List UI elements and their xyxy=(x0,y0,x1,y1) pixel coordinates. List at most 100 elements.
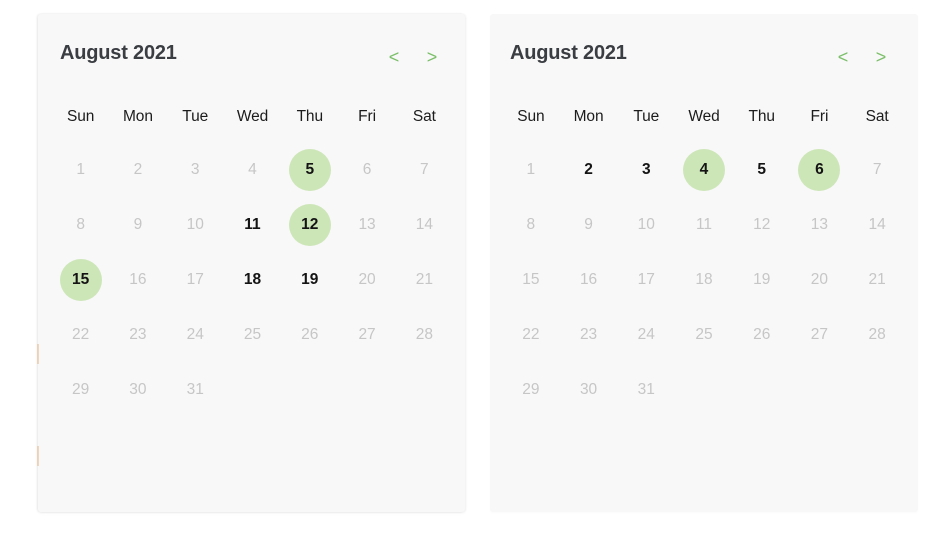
day-cell: 28 xyxy=(848,307,906,362)
day-cell: 9 xyxy=(109,197,166,252)
chevron-left-icon[interactable]: < xyxy=(375,44,413,70)
day-cell: 18 xyxy=(675,252,733,307)
day-cell: 17 xyxy=(617,252,675,307)
weekday-label-wed: Wed xyxy=(688,108,720,125)
day-9: 9 xyxy=(133,215,143,233)
day-20: 20 xyxy=(358,270,376,288)
day-placeholder xyxy=(403,369,445,411)
day-grid-right: 1 2 3 4 5 6 7 8 9 10 11 12 13 14 15 16 17 18 19 20 21 22 23 24 2… xyxy=(490,142,918,417)
weekday-label-sun: Sun xyxy=(67,108,95,125)
day-cell: 25 xyxy=(675,307,733,362)
day-placeholder xyxy=(683,369,725,411)
day-cell: 28 xyxy=(396,307,453,362)
day-21: 21 xyxy=(868,270,886,288)
calendar-card-right: August 2021 < > Sun Mon Tue Wed Thu Fri Sat 12… xyxy=(490,14,918,512)
day-25: 25 xyxy=(695,325,713,343)
chevron-right-icon[interactable]: > xyxy=(862,44,900,70)
weekday-label-wed: Wed xyxy=(236,108,269,125)
day-20: 20 xyxy=(810,270,829,288)
weekday-label-fri: Fri xyxy=(358,108,376,125)
weekday-label-tue: Tue xyxy=(182,108,209,125)
day-cell: 6 xyxy=(791,142,849,197)
day-cell: 9 xyxy=(560,197,618,252)
day-29: 29 xyxy=(72,380,90,398)
day-1: 1 xyxy=(76,160,85,178)
calendar-card-left: August 2021 < > Sun Mon Tue Wed Thu Fri Sat 12… xyxy=(37,14,465,512)
day-19[interactable]: 19 xyxy=(289,259,331,301)
day-cell-empty xyxy=(396,362,453,417)
weekday-label-thu: Thu xyxy=(296,108,324,125)
day-11[interactable]: 11 xyxy=(231,204,273,246)
day-cell: 24 xyxy=(617,307,675,362)
weekday-header-row-left: Sun Mon Tue Wed Thu Fri Sat xyxy=(38,108,465,126)
day-cell: 13 xyxy=(338,197,395,252)
day-29: 29 xyxy=(522,380,540,398)
weekday-label-mon: Mon xyxy=(122,108,153,125)
day-2[interactable]: 2 xyxy=(568,149,610,191)
day-31: 31 xyxy=(637,380,655,398)
calendar-header-right: August 2021 < > xyxy=(490,14,918,76)
calendar-comparison-stage: August 2021 < > Sun Mon Tue Wed Thu Fri Sat 12… xyxy=(0,0,949,534)
day-cell-empty xyxy=(224,362,281,417)
day-26: 26 xyxy=(753,325,771,343)
day-16: 16 xyxy=(129,270,147,288)
day-3[interactable]: 3 xyxy=(625,149,667,191)
day-13: 13 xyxy=(810,215,829,233)
edge-marker-upper xyxy=(37,344,39,364)
day-26: 26 xyxy=(301,325,319,343)
day-cell: 20 xyxy=(791,252,849,307)
day-cell-empty xyxy=(848,362,906,417)
weekday-label-sat: Sat xyxy=(865,108,889,125)
day-3: 3 xyxy=(190,160,200,178)
day-cell: 4 xyxy=(224,142,281,197)
day-cell: 20 xyxy=(338,252,395,307)
day-cell: 23 xyxy=(109,307,166,362)
chevron-right-icon[interactable]: > xyxy=(413,44,451,70)
day-cell: 2 xyxy=(560,142,618,197)
day-cell: 10 xyxy=(617,197,675,252)
day-cell: 26 xyxy=(733,307,791,362)
day-cell: 27 xyxy=(791,307,849,362)
day-cell: 14 xyxy=(396,197,453,252)
day-cell: 15 xyxy=(502,252,560,307)
day-cell: 21 xyxy=(848,252,906,307)
day-18: 18 xyxy=(695,270,713,288)
chevron-left-icon[interactable]: < xyxy=(824,44,862,70)
day-cell: 5 xyxy=(281,142,338,197)
day-23: 23 xyxy=(129,325,147,343)
day-5[interactable]: 5 xyxy=(741,149,783,191)
day-cell: 12 xyxy=(733,197,791,252)
day-placeholder xyxy=(741,369,783,411)
day-11: 11 xyxy=(695,215,713,233)
day-cell: 22 xyxy=(502,307,560,362)
day-cell-empty xyxy=(733,362,791,417)
day-selected-15[interactable]: 15 xyxy=(59,258,102,301)
day-9: 9 xyxy=(584,215,593,233)
day-cell: 11 xyxy=(675,197,733,252)
day-cell: 23 xyxy=(560,307,618,362)
day-cell: 7 xyxy=(396,142,453,197)
calendar-title-right: August 2021 xyxy=(510,41,627,64)
day-selected-12[interactable]: 12 xyxy=(288,203,331,246)
day-cell: 11 xyxy=(224,197,281,252)
day-selected-6[interactable]: 6 xyxy=(798,148,841,191)
day-8: 8 xyxy=(76,215,85,233)
day-cell: 4 xyxy=(675,142,733,197)
day-selected-4[interactable]: 4 xyxy=(682,148,725,191)
day-18[interactable]: 18 xyxy=(231,259,273,301)
day-cell: 27 xyxy=(338,307,395,362)
day-2: 2 xyxy=(133,160,143,178)
day-selected-5[interactable]: 5 xyxy=(288,148,331,191)
day-cell: 1 xyxy=(502,142,560,197)
day-cell: 8 xyxy=(502,197,560,252)
day-6: 6 xyxy=(362,160,372,178)
day-30: 30 xyxy=(579,380,598,398)
day-25: 25 xyxy=(243,325,262,343)
day-22: 22 xyxy=(522,325,540,343)
day-cell-empty xyxy=(675,362,733,417)
day-cell: 29 xyxy=(502,362,560,417)
day-cell: 24 xyxy=(167,307,224,362)
day-placeholder xyxy=(231,369,273,411)
day-cell: 30 xyxy=(560,362,618,417)
day-cell: 16 xyxy=(109,252,166,307)
